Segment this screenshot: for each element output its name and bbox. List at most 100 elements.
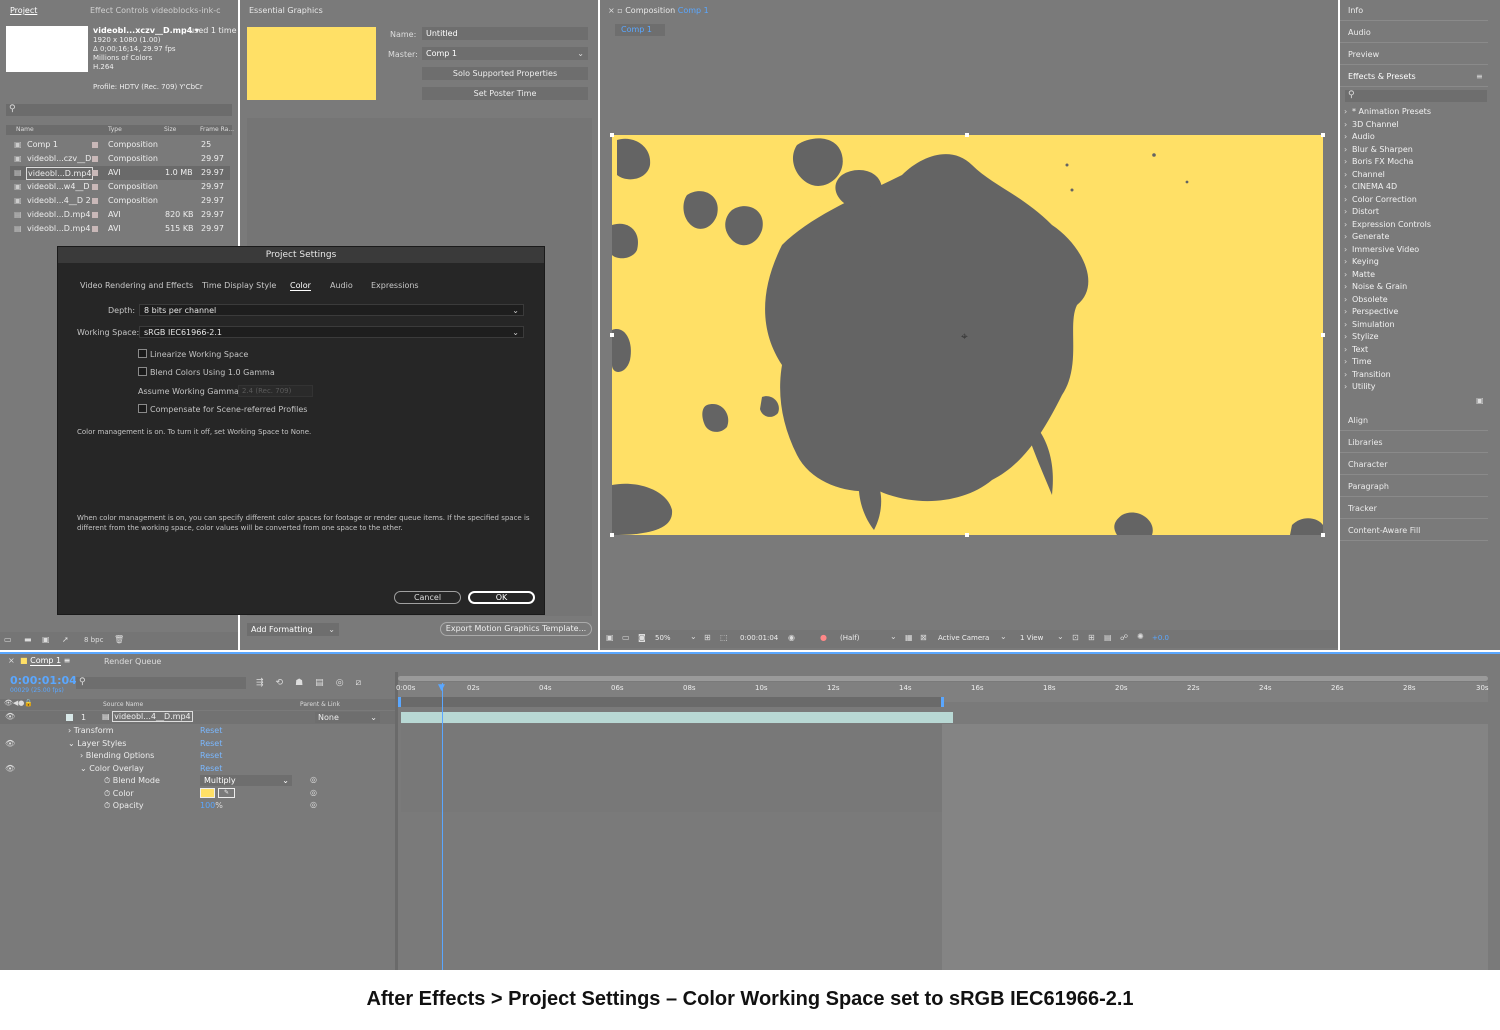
- stopwatch-icon[interactable]: ⏱: [104, 801, 110, 810]
- fast-preview-icon[interactable]: ⊞: [1088, 633, 1095, 642]
- selection-handle[interactable]: [1321, 333, 1325, 337]
- menu-icon[interactable]: ≡: [1476, 72, 1483, 81]
- cancel-button[interactable]: Cancel: [394, 591, 461, 604]
- transparency-grid-icon[interactable]: ▦: [905, 633, 913, 642]
- selection-handle[interactable]: [1321, 133, 1325, 137]
- eyedropper-icon[interactable]: ✎: [218, 788, 235, 798]
- tab-audio[interactable]: Audio: [330, 281, 353, 290]
- expression-pickwhip-icon[interactable]: ◎: [310, 788, 317, 797]
- tab-video-rendering[interactable]: Video Rendering and Effects: [80, 281, 193, 290]
- layer-name[interactable]: ▤ videobl...4__D.mp4: [102, 711, 193, 722]
- essential-graphics-title[interactable]: Essential Graphics: [249, 1, 323, 21]
- audio-panel-tab[interactable]: Audio: [1340, 23, 1488, 43]
- new-bin-icon[interactable]: ▣: [1476, 396, 1484, 405]
- work-area-region[interactable]: [398, 697, 944, 707]
- effects-category[interactable]: Expression Controls: [1342, 219, 1488, 232]
- eye-icon[interactable]: 👁: [5, 712, 15, 721]
- effects-category[interactable]: Time: [1342, 356, 1488, 369]
- project-tab[interactable]: Project: [10, 1, 37, 21]
- render-icon[interactable]: ➚: [62, 635, 69, 644]
- camera-icon[interactable]: ◉: [788, 633, 795, 642]
- effects-category[interactable]: Distort: [1342, 206, 1488, 219]
- color-overlay-reset-link[interactable]: Reset: [200, 764, 222, 773]
- eye-icon[interactable]: 👁: [5, 764, 15, 773]
- exposure-icon[interactable]: ✺: [1137, 632, 1144, 641]
- zoom-dropdown[interactable]: 50%: [655, 634, 671, 642]
- tab-time-display[interactable]: Time Display Style: [202, 281, 276, 290]
- folder-icon[interactable]: ▬: [24, 635, 32, 644]
- project-row[interactable]: ▤ videobl...D.mp4 AVI 515 KB 29.97: [10, 222, 230, 236]
- toggle-pixel-icon[interactable]: ⊡: [1072, 633, 1079, 642]
- set-poster-time-button[interactable]: Set Poster Time: [422, 87, 588, 100]
- tracker-panel-tab[interactable]: Tracker: [1340, 499, 1488, 519]
- preview-panel-tab[interactable]: Preview: [1340, 45, 1488, 65]
- effects-category[interactable]: Text: [1342, 344, 1488, 357]
- effects-category[interactable]: Generate: [1342, 231, 1488, 244]
- anchor-point-icon[interactable]: ⌖: [961, 329, 968, 344]
- effects-category[interactable]: Utility: [1342, 381, 1488, 394]
- project-row[interactable]: ▤ videobl...D.mp4 AVI 1.0 MB 29.97: [10, 166, 230, 180]
- project-row[interactable]: ▣ videobl...4__D 2 Composition 29.97: [10, 194, 230, 208]
- add-formatting-dropdown[interactable]: Add Formatting ⌄: [247, 623, 339, 636]
- effects-category[interactable]: Channel: [1342, 169, 1488, 182]
- close-icon[interactable]: ×: [608, 6, 615, 15]
- grid-icon[interactable]: ⊞: [704, 633, 711, 642]
- label-color-icon[interactable]: [66, 714, 73, 721]
- source-name-header[interactable]: Source Name: [103, 701, 143, 708]
- project-row[interactable]: ▣ videobl...czv__D Composition 29.97: [10, 152, 230, 166]
- comp-tab[interactable]: Comp 1: [615, 24, 665, 36]
- motion-blur-icon[interactable]: ◎: [336, 678, 356, 688]
- tab-expressions[interactable]: Expressions: [371, 281, 419, 290]
- parent-link-header[interactable]: Parent & Link: [300, 701, 340, 708]
- opacity-value[interactable]: 100%: [200, 801, 223, 810]
- close-icon[interactable]: ×: [8, 656, 15, 665]
- parent-dropdown[interactable]: None ⌄: [315, 712, 380, 723]
- compensate-checkbox[interactable]: [138, 404, 147, 413]
- comp-flowchart-icon[interactable]: ⇶: [256, 678, 276, 688]
- transform-property[interactable]: › Transform: [68, 726, 114, 735]
- column-name[interactable]: Name: [16, 126, 34, 133]
- expression-pickwhip-icon[interactable]: ◎: [310, 775, 317, 784]
- expression-pickwhip-icon[interactable]: ◎: [310, 800, 317, 809]
- project-search-input[interactable]: ⚲: [6, 104, 232, 116]
- effects-category[interactable]: Obsolete: [1342, 294, 1488, 307]
- timeline-comp-tab[interactable]: ■ Comp 1 ≡: [20, 656, 70, 666]
- selection-handle[interactable]: [1321, 533, 1325, 537]
- effects-category[interactable]: Blur & Sharpen: [1342, 144, 1488, 157]
- current-time-display[interactable]: 0:00:01:04: [740, 634, 778, 642]
- tab-color[interactable]: Color: [290, 281, 311, 291]
- view-layout-dropdown[interactable]: 1 View: [1020, 634, 1043, 642]
- column-frame-rate[interactable]: Frame Ra...: [200, 126, 234, 133]
- effects-category[interactable]: Boris FX Mocha: [1342, 156, 1488, 169]
- effects-presets-title[interactable]: Effects & Presets: [1340, 67, 1488, 87]
- flowchart-icon[interactable]: ☍: [1120, 633, 1128, 642]
- effects-category[interactable]: Matte: [1342, 269, 1488, 282]
- transform-reset-link[interactable]: Reset: [200, 726, 222, 735]
- master-dropdown[interactable]: Comp 1 ⌄: [422, 47, 588, 60]
- stopwatch-icon[interactable]: ⏱: [104, 789, 110, 798]
- mask-icon[interactable]: ◙: [638, 633, 646, 642]
- lock-icon[interactable]: ▫: [617, 6, 622, 15]
- bpc-label[interactable]: 8 bpc: [84, 636, 103, 644]
- color-channel-icon[interactable]: ●: [820, 633, 827, 642]
- content-aware-fill-tab[interactable]: Content-Aware Fill: [1340, 521, 1488, 541]
- selection-handle[interactable]: [965, 133, 969, 137]
- effects-category[interactable]: CINEMA 4D: [1342, 181, 1488, 194]
- shy-icon[interactable]: ☗: [295, 678, 315, 688]
- timeline-timecode[interactable]: 0:00:01:04: [10, 674, 77, 687]
- name-field[interactable]: Untitled: [422, 27, 588, 40]
- blending-options-property[interactable]: › Blending Options: [80, 751, 154, 760]
- render-queue-tab[interactable]: Render Queue: [104, 657, 161, 666]
- blend-mode-dropdown[interactable]: Multiply ⌄: [200, 775, 292, 786]
- layer-styles-reset-link[interactable]: Reset: [200, 739, 222, 748]
- info-panel-tab[interactable]: Info: [1340, 1, 1488, 21]
- project-row[interactable]: ▤ videobl...D.mp4 AVI 820 KB 29.97: [10, 208, 230, 222]
- column-size[interactable]: Size: [164, 126, 176, 133]
- timeline-icon[interactable]: ▤: [1104, 633, 1112, 642]
- effects-category[interactable]: * Animation Presets: [1342, 106, 1488, 119]
- effects-category[interactable]: Keying: [1342, 256, 1488, 269]
- current-time-indicator[interactable]: [442, 683, 443, 970]
- effects-search-input[interactable]: ⚲: [1345, 90, 1487, 102]
- snapshot-icon[interactable]: ▣: [606, 633, 614, 642]
- color-swatch[interactable]: [200, 788, 215, 798]
